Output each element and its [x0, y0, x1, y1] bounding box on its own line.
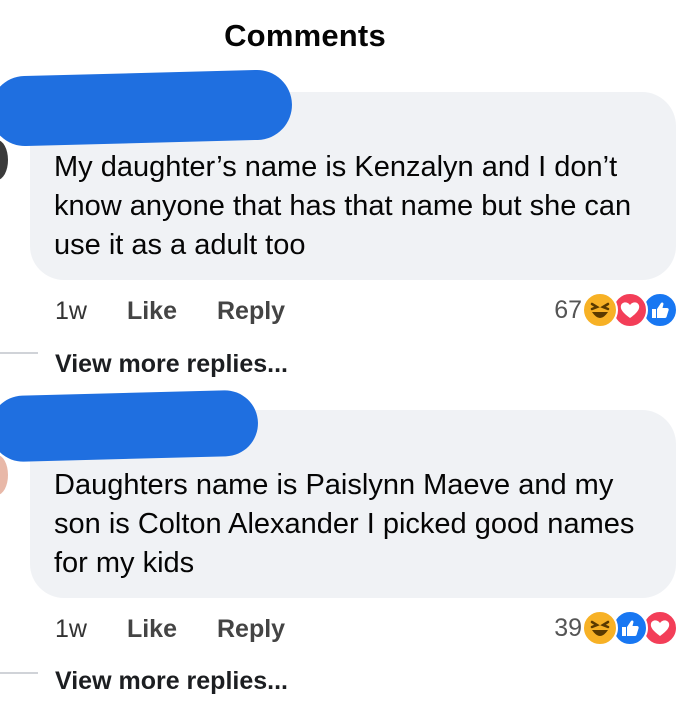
reaction-count: 39 [554, 613, 582, 642]
like-button[interactable]: Like [127, 297, 177, 326]
reaction-summary[interactable]: 67 [554, 292, 678, 328]
comment-text: Daughters name is Paislynn Maeve and my … [54, 469, 635, 579]
comment-timestamp[interactable]: 1w [55, 615, 87, 644]
thread-connector [0, 672, 38, 674]
avatar[interactable] [0, 455, 8, 495]
reaction-summary[interactable]: 39 [554, 610, 678, 646]
page-title: Comments [224, 18, 386, 53]
reply-button[interactable]: Reply [217, 615, 285, 644]
thread-connector [0, 352, 38, 354]
avatar[interactable] [0, 140, 8, 180]
like-button[interactable]: Like [127, 615, 177, 644]
redacted-author-name [0, 69, 293, 147]
reaction-count: 67 [554, 295, 582, 324]
haha-icon [582, 292, 618, 328]
redacted-author-name [0, 389, 259, 463]
comment-text: My daughter’s name is Kenzalyn and I don… [54, 151, 632, 261]
view-more-replies-link[interactable]: View more replies... [55, 667, 288, 696]
comment-timestamp[interactable]: 1w [55, 297, 87, 326]
reply-button[interactable]: Reply [217, 297, 285, 326]
comment-actions: 1w Like Reply [55, 297, 285, 326]
view-more-replies-link[interactable]: View more replies... [55, 350, 288, 379]
haha-icon [582, 610, 618, 646]
comment-actions: 1w Like Reply [55, 615, 285, 644]
